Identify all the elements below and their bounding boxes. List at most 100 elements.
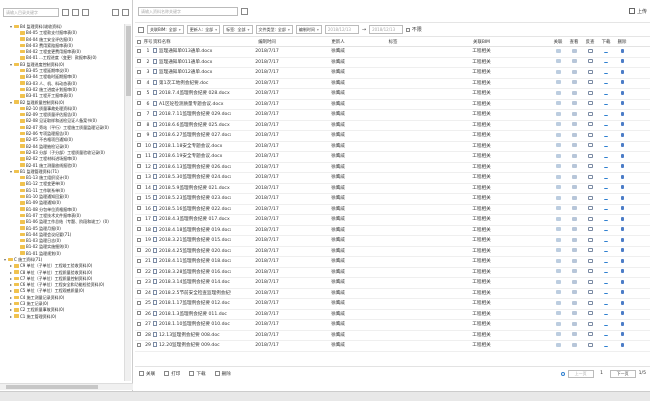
table-row[interactable]: 8 2018.6.6监理例会纪要 025.docx 2018/7/17 徐鹰威 工程相关 (135, 121, 650, 131)
collapse-panel-icon[interactable] (122, 8, 129, 16)
row-name-cell[interactable]: 2018.3.28监理例会纪要 016.docx (153, 268, 231, 278)
tree-node[interactable]: B1-06 监理工作总结（专题、阶段和竣工）(0) (2, 219, 123, 225)
row-action-trash[interactable] (614, 289, 630, 299)
row-action-relate[interactable] (550, 79, 566, 89)
row-checkbox[interactable] (135, 215, 143, 225)
row-name-cell[interactable]: 2018.1.10监理例会纪要 010.doc (153, 320, 231, 330)
row-checkbox[interactable] (135, 341, 143, 351)
row-action-reverse-lookup[interactable] (582, 236, 598, 246)
row-checkbox[interactable] (135, 247, 143, 257)
row-action-relate[interactable] (550, 268, 566, 278)
row-action-trash[interactable] (614, 257, 630, 267)
table-row[interactable]: 20 2018.4.25监理例会纪要 020.docx 2018/7/17 徐鹰威 工程… (135, 247, 650, 257)
row-action-download[interactable] (598, 100, 614, 110)
row-action-download[interactable] (598, 299, 614, 309)
row-name-cell[interactable]: 2018.5.16监理例会纪要 022.docx (153, 205, 231, 215)
column-header-download[interactable]: 下载 (598, 38, 614, 46)
row-name-cell[interactable]: 2018.1.3监理例会纪要 011.doc (153, 310, 231, 320)
row-name-cell[interactable]: 2018.6.13监理例会纪要 026.docx (153, 163, 231, 173)
row-action-view[interactable] (566, 100, 582, 110)
row-action-download[interactable] (598, 331, 614, 341)
row-action-relate[interactable] (550, 257, 566, 267)
table-row[interactable]: 3 监理通知单012通单.docx 2018/7/17 徐鹰威 工程相关 (135, 68, 650, 79)
row-action-trash[interactable] (614, 163, 630, 173)
row-checkbox[interactable] (135, 331, 143, 341)
row-action-relate[interactable] (550, 89, 566, 99)
row-checkbox[interactable] (135, 121, 143, 131)
row-action-view[interactable] (566, 205, 582, 215)
column-header-date[interactable]: 编制时间 (231, 38, 303, 46)
search-icon[interactable] (241, 7, 248, 15)
row-action-view[interactable] (566, 68, 582, 78)
row-action-view[interactable] (566, 121, 582, 131)
row-action-relate[interactable] (550, 236, 566, 246)
back-icon[interactable] (138, 26, 144, 33)
column-header-reverse[interactable]: 反查 (582, 38, 598, 46)
row-checkbox[interactable] (135, 163, 143, 173)
row-checkbox[interactable] (135, 131, 143, 141)
document-search-input[interactable]: 请输入资料名称关键字 (138, 6, 238, 16)
row-action-trash[interactable] (614, 299, 630, 309)
table-row[interactable]: 10 2018.1.18安全专题会议.docx 2018/7/17 徐鹰威 工程相关 (135, 142, 650, 152)
tree-node[interactable]: ▸ C1 施工管理资料(0) (2, 314, 123, 320)
row-action-relate[interactable] (550, 310, 566, 320)
row-action-relate[interactable] (550, 47, 566, 57)
row-name-cell[interactable]: 监理通知单012通单.docx (153, 68, 231, 78)
row-checkbox[interactable] (135, 79, 143, 89)
column-header-index[interactable]: 序号 (143, 38, 153, 46)
row-checkbox[interactable] (135, 89, 143, 99)
tag-filter-select[interactable]: 标签: 全部 ▾ (223, 25, 253, 34)
table-row[interactable]: 6 A1区砼检测质量专题会议.docx 2018/7/17 徐鹰威 工程相关 (135, 100, 650, 110)
table-row[interactable]: 21 2018.4.11监理例会纪要 018.docx 2018/7/17 徐鹰威 工程… (135, 257, 650, 268)
row-name-cell[interactable]: 2018.7.4监理例会纪要 028.docx (153, 89, 231, 99)
row-name-cell[interactable]: A1区砼检测质量专题会议.docx (153, 100, 231, 110)
row-action-reverse-lookup[interactable] (582, 131, 598, 141)
search-icon[interactable] (62, 8, 69, 16)
row-checkbox[interactable] (135, 68, 143, 78)
wbs-filter-select[interactable]: 关联BIM: 全部 ▾ (147, 25, 184, 34)
row-action-view[interactable] (566, 278, 582, 288)
row-action-reverse-lookup[interactable] (582, 68, 598, 78)
row-checkbox[interactable] (135, 310, 143, 320)
row-action-download[interactable] (598, 47, 614, 57)
row-action-download[interactable] (598, 268, 614, 278)
row-name-cell[interactable]: 2018.5.23监理例会纪要 023.docx (153, 194, 231, 204)
row-action-trash[interactable] (614, 205, 630, 215)
column-header-updater[interactable]: 更新人 (303, 38, 373, 46)
scroll-thumb[interactable] (6, 385, 98, 389)
row-action-download[interactable] (598, 68, 614, 78)
row-action-download[interactable] (598, 205, 614, 215)
table-row[interactable]: 19 2018.3.21监理例会纪要 015.docx 2018/7/17 徐鹰威 工程… (135, 236, 650, 247)
table-row[interactable]: 22 2018.3.28监理例会纪要 016.docx 2018/7/17 徐鹰威 工程… (135, 268, 650, 278)
row-action-download[interactable] (598, 278, 614, 288)
row-action-view[interactable] (566, 341, 582, 351)
row-name-cell[interactable]: 2018.1.18安全专题会议.docx (153, 142, 231, 152)
row-action-reverse-lookup[interactable] (582, 47, 598, 57)
row-action-trash[interactable] (614, 100, 630, 110)
row-action-trash[interactable] (614, 331, 630, 341)
table-row[interactable]: 7 2018.7.11监理例会纪要 029.docx 2018/7/17 徐鹰威 工程相… (135, 110, 650, 121)
list-view-icon[interactable] (72, 8, 79, 16)
directory-search-input[interactable]: 请输入目录关键字 (3, 7, 59, 17)
row-action-download[interactable] (598, 163, 614, 173)
row-action-relate[interactable] (550, 194, 566, 204)
row-action-reverse-lookup[interactable] (582, 152, 598, 162)
row-name-cell[interactable]: 第1次工地例会纪要.doc (153, 79, 231, 89)
table-row[interactable]: 13 2018.5.30监理例会纪要 024.docx 2018/7/17 徐鹰威 工程… (135, 173, 650, 184)
row-action-download[interactable] (598, 215, 614, 225)
row-action-reverse-lookup[interactable] (582, 110, 598, 120)
row-action-trash[interactable] (614, 58, 630, 68)
row-action-download[interactable] (598, 226, 614, 236)
scroll-thumb[interactable] (126, 26, 131, 96)
row-action-download[interactable] (598, 58, 614, 68)
column-header-relate[interactable]: 关联 (550, 38, 566, 46)
time-filter-select[interactable]: 编制时间 ▾ (295, 25, 322, 34)
row-action-view[interactable] (566, 299, 582, 309)
row-action-relate[interactable] (550, 215, 566, 225)
row-action-download[interactable] (598, 310, 614, 320)
row-name-cell[interactable]: 2018.3.14监理例会纪要 014.doc (153, 278, 231, 288)
row-action-trash[interactable] (614, 173, 630, 183)
row-action-relate[interactable] (550, 163, 566, 173)
row-checkbox[interactable] (135, 278, 143, 288)
row-action-view[interactable] (566, 79, 582, 89)
